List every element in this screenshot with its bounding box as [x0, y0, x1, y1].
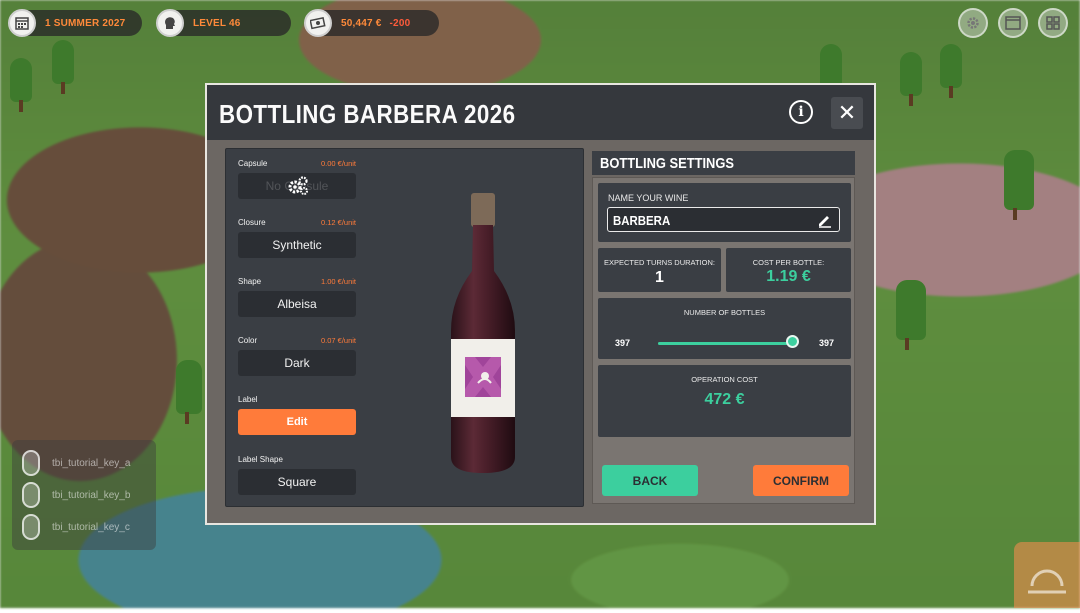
mouse-left-icon — [22, 450, 40, 476]
wine-label-logo — [465, 357, 501, 397]
mouse-wheel-icon — [22, 514, 40, 540]
operation-cost-value: 472 € — [704, 391, 745, 408]
player-head-icon — [156, 9, 184, 37]
money-text: 50,447 € — [341, 17, 382, 29]
tutorial-hint-a: tbi_tutorial_key_a — [52, 457, 131, 469]
tree — [940, 44, 962, 98]
calendar-button[interactable] — [998, 8, 1028, 38]
bottle-count-min: 397 — [615, 338, 631, 348]
shape-label: Shape — [238, 277, 262, 286]
bottling-settings-panel: NAME YOUR WINE BARBERA EXPECTED TURNS DU… — [592, 177, 855, 504]
hud-date[interactable]: 1 SUMMER 2027 — [8, 9, 142, 37]
turns-duration-label: EXPECTED TURNS DURATION: — [604, 258, 715, 267]
tree — [820, 44, 842, 98]
bottle-options-panel: Capsule 0.00 €/unit No Capsule Closure 0… — [225, 148, 584, 507]
bottle-count-card: NUMBER OF BOTTLES 397 397 — [598, 298, 851, 359]
capsule-label: Capsule — [238, 159, 268, 168]
tree — [52, 40, 74, 94]
weather-button[interactable] — [1014, 542, 1080, 608]
dialog-header: BOTTLING BARBERA 2026 i ✕ — [207, 85, 874, 140]
turns-duration-value: 1 — [655, 269, 664, 286]
bottling-settings-title: BOTTLING SETTINGS — [600, 155, 735, 172]
cork-capsule — [471, 193, 495, 227]
confirm-button[interactable]: CONFIRM — [753, 465, 849, 496]
info-button[interactable]: i — [789, 100, 813, 124]
turns-duration-card: EXPECTED TURNS DURATION: 1 — [598, 248, 721, 292]
wine-name-input[interactable]: BARBERA — [607, 207, 840, 232]
dialog-title: BOTTLING BARBERA 2026 — [219, 99, 516, 129]
calendar-icon — [8, 9, 36, 37]
bottling-settings-header: BOTTLING SETTINGS — [592, 151, 855, 175]
edit-label-button[interactable]: Edit — [238, 409, 356, 435]
bottling-dialog: BOTTLING BARBERA 2026 i ✕ Capsule 0.00 €… — [205, 83, 876, 525]
back-button[interactable]: BACK — [602, 465, 698, 496]
bottle-count-slider[interactable] — [658, 335, 799, 348]
operation-cost-label: OPERATION COST — [691, 375, 758, 384]
cost-per-bottle-label: COST PER BOTTLE: — [752, 258, 825, 267]
calendar-grid-icon — [1005, 16, 1021, 30]
color-price: 0.07 €/unit — [320, 336, 356, 345]
sun-icon — [1028, 569, 1066, 594]
hud-level[interactable]: LEVEL 46 — [156, 9, 291, 37]
label-label: Label — [238, 395, 258, 404]
tutorial-hint-b: tbi_tutorial_key_b — [52, 489, 131, 501]
tree — [176, 360, 202, 424]
menu-grid-button[interactable] — [1038, 8, 1068, 38]
close-icon: ✕ — [837, 100, 857, 125]
shape-selector[interactable]: Albeisa — [238, 291, 356, 317]
grid-icon — [1046, 16, 1060, 30]
close-button[interactable]: ✕ — [831, 97, 863, 129]
level-text: LEVEL 46 — [193, 17, 241, 29]
bottle-count-label: NUMBER OF BOTTLES — [683, 308, 766, 317]
cost-per-bottle-card: COST PER BOTTLE: 1.19 € — [726, 248, 851, 292]
capsule-price: 0.00 €/unit — [320, 159, 356, 168]
color-label: Color — [238, 336, 258, 345]
hud-money[interactable]: 50,447 € -200 — [304, 9, 439, 37]
pencil-icon — [819, 216, 831, 228]
slider-fill — [658, 342, 792, 345]
slider-handle[interactable] — [786, 335, 799, 348]
tutorial-hint-c: tbi_tutorial_key_c — [52, 521, 130, 533]
loading-gears-icon — [288, 176, 308, 195]
tree — [900, 52, 922, 106]
label-shape-label: Label Shape — [238, 455, 283, 464]
mouse-right-icon — [22, 482, 40, 508]
wine-name-card: NAME YOUR WINE BARBERA — [598, 183, 851, 242]
tree — [896, 280, 926, 350]
shape-price: 1.00 €/unit — [320, 277, 356, 286]
tree — [1004, 150, 1034, 220]
operation-cost-card: OPERATION COST 472 € — [598, 365, 851, 437]
capsule-selector[interactable]: No Capsule — [238, 173, 356, 199]
money-icon — [304, 9, 332, 37]
wine-name-label: NAME YOUR WINE — [608, 193, 689, 203]
label-shape-selector[interactable]: Square — [238, 469, 356, 495]
closure-selector[interactable]: Synthetic — [238, 232, 356, 258]
closure-price: 0.12 €/unit — [320, 218, 356, 227]
info-icon: i — [798, 104, 804, 120]
gear-icon — [967, 17, 979, 29]
wine-name-value: BARBERA — [613, 213, 671, 228]
date-text: 1 SUMMER 2027 — [45, 17, 126, 29]
money-delta-text: -200 — [389, 17, 411, 29]
tutorial-hints-panel: tbi_tutorial_key_a tbi_tutorial_key_b tb… — [12, 440, 156, 550]
cost-per-bottle-value: 1.19 € — [766, 268, 811, 285]
color-selector[interactable]: Dark — [238, 350, 356, 376]
settings-button[interactable] — [958, 8, 988, 38]
tree — [10, 58, 32, 112]
bottle-preview — [451, 193, 515, 473]
closure-label: Closure — [238, 218, 266, 227]
bottle-count-max: 397 — [818, 338, 834, 348]
